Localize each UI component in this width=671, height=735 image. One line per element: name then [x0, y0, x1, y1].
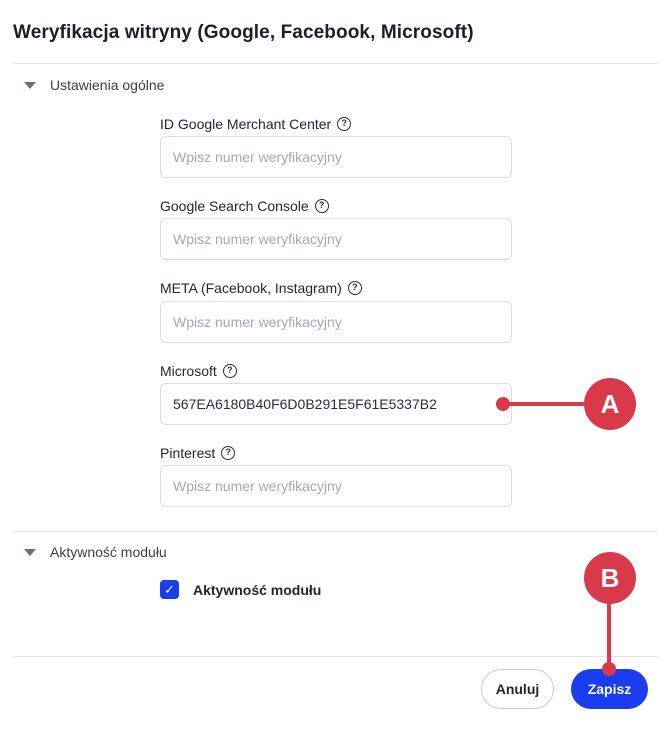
meta-input[interactable] — [160, 301, 512, 343]
caret-down-icon — [24, 548, 36, 556]
field-label-pinterest: Pinterest ? — [160, 445, 236, 461]
annotation-a-badge: A — [584, 378, 636, 430]
field-label-text: Google Search Console — [160, 198, 309, 214]
annotation-b-badge: B — [584, 552, 636, 604]
merchant-center-input[interactable] — [160, 136, 512, 178]
annotation-a-line — [503, 402, 588, 406]
section-general-label: Ustawienia ogólne — [50, 77, 165, 93]
field-label-microsoft: Microsoft ? — [160, 363, 237, 379]
help-icon[interactable]: ? — [337, 117, 352, 131]
microsoft-input[interactable] — [160, 383, 512, 425]
field-label-text: Pinterest — [160, 445, 216, 461]
cancel-button[interactable]: Anuluj — [481, 669, 554, 709]
section-module-toggle[interactable]: Aktywność modułu — [24, 544, 167, 560]
field-label-text: META (Facebook, Instagram) — [160, 280, 342, 296]
help-icon[interactable]: ? — [222, 364, 237, 378]
section-module-label: Aktywność modułu — [50, 544, 167, 560]
help-icon[interactable]: ? — [314, 199, 329, 213]
module-active-checkbox-row[interactable]: ✓ Aktywność modułu — [160, 580, 321, 599]
field-label-merchant-center: ID Google Merchant Center ? — [160, 116, 352, 132]
search-console-input[interactable] — [160, 218, 512, 260]
field-label-text: Microsoft — [160, 363, 217, 379]
help-icon[interactable]: ? — [347, 281, 362, 295]
annotation-b-dot — [602, 662, 616, 676]
checkbox-checked-icon[interactable]: ✓ — [160, 580, 179, 599]
help-icon[interactable]: ? — [221, 446, 236, 460]
section-general-toggle[interactable]: Ustawienia ogólne — [24, 77, 164, 93]
field-label-meta: META (Facebook, Instagram) ? — [160, 280, 362, 296]
dialog-title: Weryfikacja witryny (Google, Facebook, M… — [13, 22, 474, 43]
module-active-label: Aktywność modułu — [193, 581, 322, 598]
annotation-b-line — [607, 600, 611, 668]
divider-top — [13, 63, 658, 64]
divider-bottom — [13, 656, 658, 657]
caret-down-icon — [24, 81, 36, 89]
divider-middle — [13, 531, 658, 532]
field-label-text: ID Google Merchant Center — [160, 116, 332, 132]
field-label-search-console: Google Search Console ? — [160, 198, 329, 214]
pinterest-input[interactable] — [160, 465, 512, 507]
